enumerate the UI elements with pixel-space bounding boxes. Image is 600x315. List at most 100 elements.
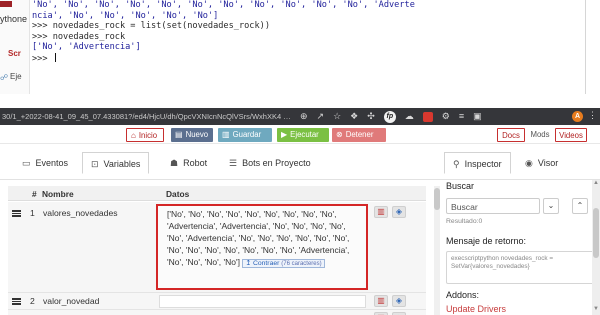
reading-list-icon[interactable]: ≡: [459, 110, 464, 123]
row-number: 2: [30, 296, 35, 306]
extension-icon[interactable]: ❖: [350, 110, 358, 123]
tab-inspector[interactable]: ⚲ Inspector: [444, 152, 511, 174]
collapse-label: Contraer: [252, 260, 280, 267]
mensaje-label: Mensaje de retorno:: [446, 236, 527, 246]
drag-handle-icon[interactable]: [12, 298, 21, 305]
bookmark-star-icon[interactable]: ☆: [333, 110, 341, 123]
scroll-up-icon[interactable]: ▲: [592, 180, 600, 186]
scroll-down-icon[interactable]: ▼: [592, 306, 600, 312]
more-menu-icon[interactable]: ⋮: [588, 110, 597, 121]
stop-icon: ⊗: [336, 130, 343, 139]
tab-eventos[interactable]: ▭ Eventos: [22, 152, 68, 174]
inspector-icon: ⚲: [453, 159, 460, 169]
videos-button[interactable]: Videos: [555, 128, 587, 142]
table-header: # Nombre Datos: [8, 186, 426, 201]
table-row: 1 valores_novedades ['No', 'No', 'No', '…: [8, 202, 426, 293]
browser-toolbar-icons: ⊕ ↗ ☆ ❖ ✣ fp ☁ ⚙ ≡ ▣: [300, 110, 482, 123]
column-header-nombre: Nombre: [42, 189, 74, 199]
column-header-datos: Datos: [166, 189, 190, 199]
console-line: ncia', 'No', 'No', 'No', 'No', 'No']: [32, 10, 219, 21]
mods-button[interactable]: Mods: [527, 128, 553, 142]
inspector-panel: Buscar Buscar ⌄ ⌃ Resultado:0 Mensaje de…: [440, 180, 600, 315]
avatar[interactable]: A: [572, 111, 583, 122]
profile-menu-icon[interactable]: ▣: [473, 110, 482, 123]
tab-robot[interactable]: ☗ Robot: [170, 152, 207, 174]
cloud-icon[interactable]: ☁: [405, 110, 414, 123]
guardar-label: Guardar: [232, 130, 262, 139]
tab-variables-label: Variables: [103, 159, 141, 169]
variable-value-field[interactable]: [159, 295, 366, 308]
variable-value-text: ['No', 'No', 'No', 'No', 'No', 'No', 'No…: [167, 208, 363, 270]
list-icon: ☰: [229, 158, 238, 168]
puzzle-icon[interactable]: ✣: [367, 110, 375, 123]
extensions-menu-icon[interactable]: ⚙: [442, 110, 450, 123]
console-output[interactable]: 'No', 'No', 'No', 'No', 'No', 'No', 'No'…: [32, 0, 598, 94]
console-scrollbar[interactable]: [585, 0, 586, 94]
robot-icon: ☗: [170, 158, 179, 168]
nuevo-button[interactable]: ▤ Nuevo: [171, 128, 213, 142]
variables-icon: ⊡: [91, 159, 99, 169]
docs-button[interactable]: Docs: [497, 128, 525, 142]
tab-robot-label: Robot: [183, 158, 208, 168]
detener-button[interactable]: ⊗ Detener: [332, 128, 386, 142]
table-row: 3 cant_filas_hoja 37 ▥ ◈: [8, 310, 426, 315]
eraser-icon: ◈: [395, 207, 403, 216]
nuevo-label: Nuevo: [185, 130, 209, 139]
sidebar-scr-label[interactable]: Scr: [8, 49, 21, 58]
sidebar-python-label: ythone: [0, 14, 28, 24]
chevron-up-icon: ⌃: [576, 201, 584, 210]
tab-visor-label: Visor: [537, 158, 559, 168]
main-tabs: ▭ Eventos ⊡ Variables ☗ Robot ☰ Bots en Proy…: [0, 144, 600, 180]
delete-variable-button[interactable]: ▥: [374, 295, 388, 307]
addons-label: Addons:: [446, 290, 480, 300]
variable-value-highlighted[interactable]: ['No', 'No', 'No', 'No', 'No', 'No', 'No…: [156, 204, 368, 290]
zoom-icon[interactable]: ⊕: [300, 110, 308, 123]
tab-bots-label: Bots en Proyecto: [242, 158, 311, 168]
search-input[interactable]: Buscar: [446, 198, 540, 214]
column-header-number: #: [32, 189, 37, 199]
search-previous-button[interactable]: ⌃: [572, 198, 588, 214]
new-file-icon: ▤: [175, 130, 183, 139]
play-icon: ▶: [281, 130, 288, 139]
update-drivers-link[interactable]: Update Drivers: [446, 304, 506, 314]
tab-bots-en-proyecto[interactable]: ☰ Bots en Proyecto: [229, 152, 311, 174]
scrollbar-thumb[interactable]: [593, 208, 599, 258]
console-line: 'No', 'No', 'No', 'No', 'No', 'No', 'No'…: [32, 0, 415, 10]
inicio-label: Inicio: [138, 131, 158, 140]
tab-visor[interactable]: ◉ Visor: [525, 152, 558, 174]
text-cursor: [54, 52, 56, 62]
variable-name: valor_novedad: [43, 296, 100, 306]
console-prompt-line[interactable]: >>>: [32, 52, 598, 64]
chat-icon: ▭: [22, 158, 31, 168]
script-icon: ☍: [0, 73, 9, 82]
edit-variable-button[interactable]: ◈: [392, 295, 406, 307]
variables-table: # Nombre Datos 1 valores_novedades ['No'…: [8, 186, 426, 315]
return-message-field[interactable]: execscriptpython novedades_rock = SetVar…: [446, 251, 594, 284]
app-toolbar: ⌂ Inicio ▤ Nuevo ▥ Guardar ▶ Ejecutar ⊗ Deten…: [0, 125, 600, 144]
search-next-button[interactable]: ⌄: [543, 198, 559, 214]
delete-variable-button[interactable]: ▥: [374, 206, 388, 218]
collapse-link[interactable]: ↥ Contraer (76 caracteres): [242, 259, 325, 268]
inicio-button[interactable]: ⌂ Inicio: [126, 128, 164, 142]
inspector-scrollbar[interactable]: ▲ ▼: [592, 180, 600, 315]
sidebar-eje-label[interactable]: Eje: [10, 72, 22, 81]
table-row: 2 valor_novedad ▥ ◈: [8, 293, 426, 310]
ejecutar-button[interactable]: ▶ Ejecutar: [277, 128, 329, 142]
console-line: >>> novedades_rock: [32, 31, 126, 42]
drag-handle-icon[interactable]: [12, 210, 21, 217]
fp-extension-icon[interactable]: fp: [383, 110, 396, 123]
guardar-button[interactable]: ▥ Guardar: [218, 128, 272, 142]
share-icon[interactable]: ↗: [317, 110, 325, 123]
tab-variables[interactable]: ⊡ Variables: [82, 152, 150, 174]
spacer: [0, 94, 600, 108]
edit-variable-button[interactable]: ◈: [392, 206, 406, 218]
eraser-icon: ◈: [395, 296, 403, 305]
row-number: 1: [30, 208, 35, 218]
eye-icon: ◉: [525, 158, 533, 168]
red-extension-icon[interactable]: [422, 111, 433, 122]
tab-eventos-label: Eventos: [35, 158, 69, 168]
console-prompt: >>>: [32, 53, 53, 64]
url-text[interactable]: 30/1_+2022-08-41_09_45_07.433081?/ed4/Hj…: [2, 112, 298, 121]
home-icon: ⌂: [131, 131, 136, 140]
buscar-label: Buscar: [446, 181, 475, 191]
